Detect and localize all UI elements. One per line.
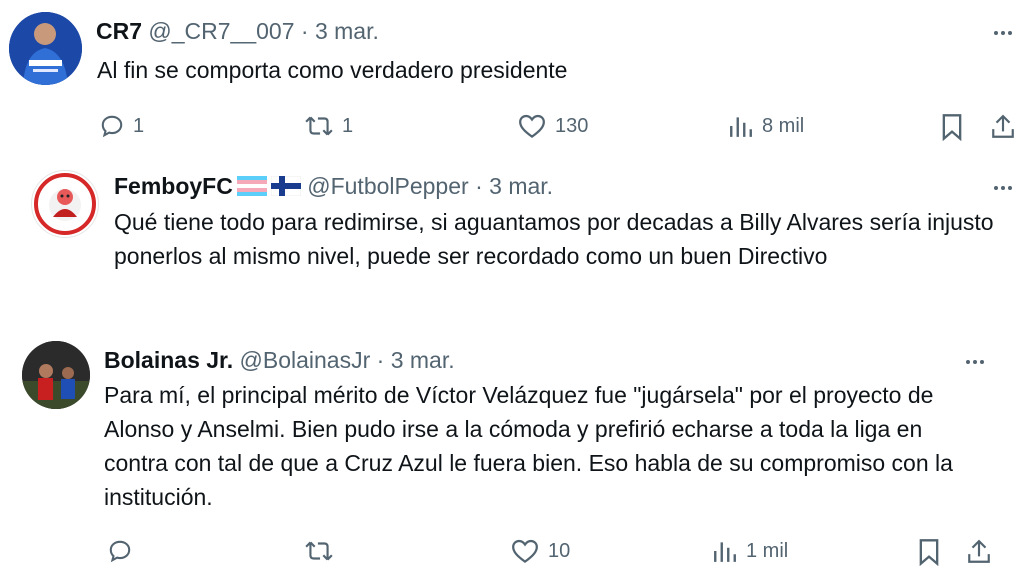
- avatar[interactable]: [9, 12, 82, 85]
- reply-count: 1: [133, 114, 145, 137]
- author-name[interactable]: FemboyFC: [114, 173, 233, 199]
- tweet-text: Al fin se comporta como verdadero presid…: [97, 57, 568, 83]
- retweet-icon: [305, 116, 333, 136]
- tweet-cr7[interactable]: CR7 @_CR7__007 · 3 mar. Al fin se compor…: [0, 0, 1024, 160]
- views-icon: [714, 542, 736, 562]
- tweet-femboyfc[interactable]: FemboyFC @FutbolPepper · 3 mar. Qué tien…: [0, 160, 1024, 330]
- tweet-date[interactable]: 3 mar.: [391, 347, 455, 373]
- tweet-header: FemboyFC @FutbolPepper · 3 mar.: [114, 172, 553, 202]
- share-button[interactable]: [966, 538, 992, 566]
- tweet-header: Bolainas Jr. @BolainasJr · 3 mar.: [104, 346, 455, 374]
- bookmark-icon: [942, 114, 962, 141]
- separator: ·: [300, 18, 309, 44]
- reply-icon: [109, 540, 131, 563]
- tweet-date[interactable]: 3 mar.: [489, 173, 553, 199]
- separator: ·: [376, 347, 385, 373]
- more-icon[interactable]: [988, 178, 1018, 198]
- views-button[interactable]: 8 mil: [728, 113, 804, 139]
- like-button[interactable]: 10: [510, 538, 570, 564]
- retweet-count: 1: [342, 114, 354, 137]
- tweet-text: Qué tiene todo para redimirse, si aguant…: [114, 209, 994, 269]
- tweet-text: Para mí, el principal mérito de Víctor V…: [104, 382, 953, 510]
- author-handle[interactable]: @_CR7__007: [148, 18, 294, 44]
- views-count: 1 mil: [746, 539, 789, 562]
- reply-button[interactable]: 1: [99, 113, 144, 139]
- views-icon: [730, 117, 752, 137]
- like-icon: [519, 114, 545, 139]
- author-handle[interactable]: @BolainasJr: [240, 347, 371, 373]
- finland-flag-icon: [270, 174, 302, 202]
- more-icon[interactable]: [988, 23, 1018, 43]
- retweet-button[interactable]: 1: [304, 113, 353, 139]
- views-button[interactable]: 1 mil: [712, 538, 788, 564]
- like-count: 130: [555, 114, 589, 137]
- tweet-bolainas[interactable]: Bolainas Jr. @BolainasJr · 3 mar. Para m…: [0, 330, 1024, 572]
- avatar[interactable]: [31, 170, 99, 238]
- retweet-button[interactable]: [304, 538, 342, 564]
- tweet-header: CR7 @_CR7__007 · 3 mar.: [96, 17, 379, 45]
- share-icon: [968, 539, 990, 563]
- bookmark-button[interactable]: [917, 538, 941, 566]
- author-name[interactable]: CR7: [96, 18, 142, 44]
- avatar-image: [9, 12, 82, 85]
- avatar-image: [33, 172, 97, 236]
- share-button[interactable]: [990, 113, 1016, 141]
- avatar[interactable]: [22, 341, 90, 409]
- transgender-flag-icon: [236, 174, 267, 202]
- author-name[interactable]: Bolainas Jr.: [104, 347, 233, 373]
- author-handle[interactable]: @FutbolPepper: [307, 173, 468, 199]
- views-count: 8 mil: [762, 114, 805, 137]
- separator: ·: [475, 173, 483, 199]
- bookmark-icon: [919, 539, 939, 566]
- tweet-actions: 10 1 mil: [0, 536, 1024, 570]
- retweet-icon: [305, 541, 333, 561]
- reply-icon: [101, 115, 123, 138]
- tweet-date[interactable]: 3 mar.: [315, 18, 379, 44]
- like-count: 10: [548, 539, 571, 562]
- bookmark-button[interactable]: [940, 113, 964, 141]
- share-icon: [992, 114, 1014, 138]
- like-icon: [512, 539, 538, 564]
- tweet-actions: 1 1 130 8 mil: [0, 111, 1024, 145]
- avatar-image: [22, 341, 90, 409]
- like-button[interactable]: 130: [517, 113, 588, 139]
- more-icon[interactable]: [960, 352, 990, 372]
- reply-button[interactable]: [107, 538, 141, 564]
